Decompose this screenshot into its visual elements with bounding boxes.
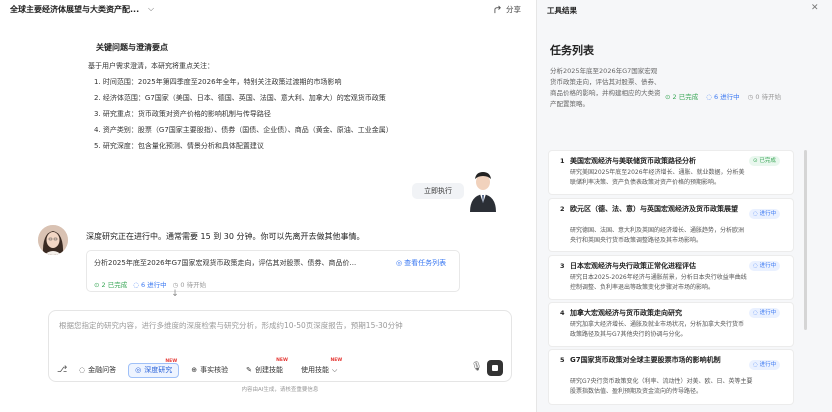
section-intro: 基于用户需求澄清，本研究将重点关注：	[88, 62, 214, 70]
panel-header: 工具结果 ✕	[537, 0, 832, 18]
skill-icon: ✎	[246, 366, 252, 374]
task-desc-line: 政策路径及其与G7其他央行的协调与分化。	[570, 331, 687, 338]
pending-count: ◷ 0 待开始	[747, 93, 782, 101]
tool-label: 金融问答	[88, 366, 117, 374]
focus-point: 2. 经济体范围：G7国家（美国、日本、德国、英国、法国、意大利、加拿大）的宏观…	[94, 94, 386, 102]
status-badge: ◌ 进行中	[749, 261, 781, 271]
stop-icon	[492, 365, 498, 371]
execute-now-message: 立即执行	[412, 183, 464, 199]
chat-area: 全球主要经济体展望与大类资产配... ⌵ 分享 关键问题与澄清要点 基于用户需求…	[0, 0, 536, 412]
task-title: 欧元区（德、法、意）与英国宏观经济及货币政策展望	[570, 205, 738, 213]
ai-disclaimer: 内容由AI生成，请核查重要信息	[241, 387, 319, 393]
task-desc-line: 研究G7央行货币政策变化（利率、流动性）对美、欧、日、英等主要	[570, 378, 753, 385]
tool-create-skill[interactable]: NEW ✎ 创建技能	[240, 358, 289, 378]
tool-label: 使用技能	[300, 366, 329, 374]
task-desc-line: 央行和英国央行货币政策调整路径及其市场影响。	[570, 237, 703, 244]
top-bar: 全球主要经济体展望与大类资产配... ⌵ 分享	[0, 0, 536, 18]
status-badge: ◌ 进行中	[749, 308, 781, 318]
close-icon[interactable]: ✕	[811, 3, 819, 13]
in-progress-count: ◌ 6 进行中	[133, 281, 167, 289]
task-desc-line: 研究美国2025年底至2026年经济增长、通胀、就业数据，分析美	[570, 169, 745, 176]
conversation-title[interactable]: 全球主要经济体展望与大类资产配...	[10, 4, 139, 15]
task-desc-line: 研究日本2025-2026年经济与通胀前景，分析日本央行收益率曲线	[570, 274, 747, 281]
tool-label: 深度研究	[144, 366, 173, 374]
tool-label: 事实核验	[200, 366, 229, 374]
task-number: 1	[560, 157, 565, 165]
focus-point: 1. 时间范围：2025年第四季度至2026年全年，特别关注政策过渡期的市场影响	[94, 78, 342, 86]
focus-point: 4. 资产类别：股票（G7国家主要股指）、债券（国债、企业债）、商品（黄金、原油…	[94, 126, 393, 134]
share-icon	[494, 5, 501, 14]
done-count: ⊙ 2 已完成	[665, 93, 699, 101]
section-title: 关键问题与澄清要点	[96, 43, 168, 52]
task-list-description: 分析2025年底至2026年G7国家宏观货币政策走向，评估其对股票、债券、商品价…	[550, 67, 661, 108]
research-status-message: 深度研究正在进行中。通常需要 15 到 30 分钟。你可以先离开去做其他事情。	[86, 232, 365, 241]
new-badge: NEW	[165, 358, 178, 364]
done-count: ⊙ 2 已完成	[94, 281, 128, 289]
share-label: 分享	[506, 5, 521, 14]
task-number: 4	[560, 309, 565, 317]
tool-deep-research[interactable]: NEW ◎ 深度研究	[128, 359, 180, 378]
task-title: 加拿大宏观经济与货币政策走向研究	[570, 309, 682, 317]
task-title: 美国宏观经济与美联储货币政策路径分析	[570, 157, 696, 165]
task-title: 日本宏观经济与央行政策正常化进程评估	[570, 262, 696, 270]
assistant-avatar	[38, 225, 68, 255]
panel-title: 工具结果	[547, 6, 577, 15]
task-desc-line: 股票指数估值、盈利预期及资金流向的传导路径。	[570, 388, 703, 395]
focus-point: 5. 研究深度：包含量化预测、情景分析和具体配置建议	[94, 142, 264, 150]
chevron-down-icon: ⌵	[331, 365, 338, 374]
send-button[interactable]	[487, 360, 503, 376]
task-summary-text: 分析2025年底至2026年G7国家宏观货币政策走向，评估其对股票、债券、商品价…	[94, 259, 357, 267]
microphone-icon[interactable]: 🎙	[471, 362, 482, 372]
status-badge: ◌ 进行中	[749, 360, 781, 370]
scroll-down-icon[interactable]: ↓	[170, 289, 180, 299]
share-button[interactable]: 分享	[494, 4, 521, 15]
chat-icon: ◌	[79, 366, 86, 374]
status-badge: ◌ 进行中	[749, 209, 781, 219]
task-desc-line: 研究加拿大经济增长、通胀及就业市场状况，分析加拿大央行货币	[570, 321, 745, 328]
task-desc-line: 联储利率决策、资产负债表政策对资产价格的预期影响。	[570, 179, 721, 186]
view-task-list-label: 查看任务列表	[404, 259, 447, 267]
view-task-list-link[interactable]: ◎ 查看任务列表	[396, 258, 446, 268]
task-item[interactable]: 1 美国宏观经济与美联储货币政策路径分析 ⊙ 已完成 研究美国2025年底至20…	[548, 150, 794, 195]
tool-use-skill[interactable]: NEW 使用技能 ⌵	[294, 358, 344, 378]
pending-count: ◷ 0 待开始	[172, 281, 207, 289]
new-badge: NEW	[330, 357, 343, 363]
task-list-title: 任务列表	[550, 44, 594, 57]
tool-finance-qa[interactable]: ◌ 金融问答	[73, 362, 123, 378]
research-icon: ◎	[135, 366, 142, 374]
composer-placeholder[interactable]: 根据您指定的研究内容，进行多维度的深度检索与研究分析，形成约10-50页深度报告…	[59, 320, 403, 331]
task-item[interactable]: 5 G7国家货币政策对全球主要股票市场的影响机制 ◌ 进行中 研究G7央行货币政…	[548, 349, 794, 405]
composer[interactable]: 根据您指定的研究内容，进行多维度的深度检索与研究分析，形成约10-50页深度报告…	[48, 310, 512, 382]
user-avatar	[470, 172, 496, 212]
task-summary-card[interactable]: 分析2025年底至2026年G7国家宏观货币政策走向，评估其对股票、债券、商品价…	[86, 250, 460, 292]
tool-results-panel: 工具结果 ✕ 任务列表 分析2025年底至2026年G7国家宏观货币政策走向，评…	[536, 0, 832, 412]
status-badge: ⊙ 已完成	[749, 156, 780, 166]
panel-scrollbar[interactable]	[804, 150, 807, 330]
attachment-icon[interactable]: ⎇	[57, 365, 67, 375]
eye-icon: ◎	[396, 259, 403, 267]
task-item[interactable]: 4 加拿大宏观经济与货币政策走向研究 ◌ 进行中 研究加拿大经济增长、通胀及就业…	[548, 302, 794, 347]
task-item[interactable]: 2 欧元区（德、法、意）与英国宏观经济及货币政策展望 ◌ 进行中 研究德国、法国…	[548, 198, 794, 252]
task-number: 2	[560, 205, 565, 213]
task-list-status: ⊙ 2 已完成 ◌ 6 进行中 ◷ 0 待开始	[665, 91, 781, 101]
tool-label: 创建技能	[254, 366, 283, 374]
focus-point: 3. 研究重点：货币政策对资产价格的影响机制与传导路径	[94, 110, 271, 118]
task-status-summary: ⊙ 2 已完成 ◌ 6 进行中 ◷ 0 待开始	[94, 279, 206, 289]
task-number: 3	[560, 262, 565, 270]
new-badge: NEW	[276, 357, 288, 363]
chevron-down-icon[interactable]: ⌵	[148, 4, 154, 14]
in-progress-count: ◌ 6 进行中	[706, 93, 740, 101]
task-number: 5	[560, 356, 565, 364]
verify-icon: ⊕	[191, 366, 198, 374]
task-desc-line: 研究德国、法国、意大利及英国的经济增长、通胀趋势，分析欧洲	[570, 227, 745, 234]
task-title: G7国家货币政策对全球主要股票市场的影响机制	[570, 356, 721, 364]
task-item[interactable]: 3 日本宏观经济与央行政策正常化进程评估 ◌ 进行中 研究日本2025-2026…	[548, 255, 794, 300]
task-desc-line: 控制调整、负利率退出等政策变化步骤对市场的影响。	[570, 284, 715, 291]
tool-fact-check[interactable]: ⊕ 事实核验	[185, 362, 235, 378]
composer-toolbar: ⎇ ◌ 金融问答 NEW ◎ 深度研究 ⊕ 事实核验 NEW ✎ 创建技能 NE…	[57, 358, 507, 378]
